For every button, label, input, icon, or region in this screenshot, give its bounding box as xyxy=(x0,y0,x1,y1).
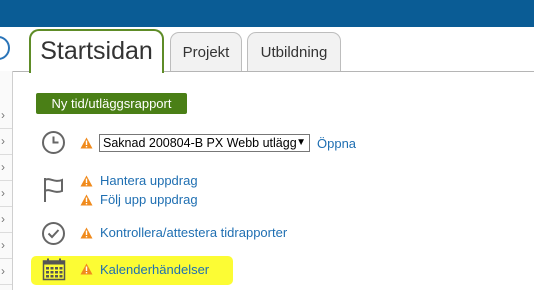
warning-icon xyxy=(80,263,93,275)
warning-icon xyxy=(80,227,93,239)
checkmark-circle-icon xyxy=(42,222,65,245)
chevron-right-icon: › xyxy=(1,134,5,148)
chevron-right-icon: › xyxy=(1,186,5,200)
missing-report-select[interactable]: Saknad 200804-B PX Webb utlägg ▼ xyxy=(99,134,310,152)
side-expand-item[interactable]: › xyxy=(0,233,12,259)
calendar-icon xyxy=(42,258,66,281)
tab-projekt[interactable]: Projekt xyxy=(170,32,242,71)
chevron-right-icon: › xyxy=(1,264,5,278)
approve-time-reports-link[interactable]: Kontrollera/attestera tidrapporter xyxy=(100,225,287,241)
side-expand-item[interactable]: › xyxy=(0,207,12,233)
clock-icon xyxy=(42,131,65,154)
tab-utbildning[interactable]: Utbildning xyxy=(247,32,341,71)
side-expand-item[interactable]: › xyxy=(0,103,12,129)
chevron-right-icon: › xyxy=(1,212,5,226)
side-panel: › › › › › › › xyxy=(0,71,13,290)
calendar-events-link[interactable]: Kalenderhändelser xyxy=(100,262,209,278)
side-expand-item[interactable]: › xyxy=(0,129,12,155)
chevron-right-icon: › xyxy=(1,238,5,252)
tab-label: Startsidan xyxy=(40,37,153,65)
chevron-right-icon: › xyxy=(1,160,5,174)
tab-label: Utbildning xyxy=(260,44,328,61)
open-link[interactable]: Öppna xyxy=(317,136,356,152)
new-time-expense-report-button[interactable]: Ny tid/utläggsrapport xyxy=(36,93,187,114)
warning-icon xyxy=(80,194,93,206)
flag-icon xyxy=(44,178,63,202)
tab-startsidan[interactable]: Startsidan xyxy=(29,29,164,73)
select-value: Saknad 200804-B PX Webb utlägg xyxy=(103,136,297,150)
dropdown-arrow-icon: ▼ xyxy=(296,137,306,148)
chevron-right-icon: › xyxy=(1,108,5,122)
side-expand-item[interactable]: › xyxy=(0,259,12,285)
tab-label: Projekt xyxy=(182,44,230,61)
top-bar xyxy=(0,0,534,27)
warning-icon xyxy=(80,137,93,149)
side-expand-item[interactable]: › xyxy=(0,155,12,181)
follow-up-assignments-link[interactable]: Följ upp uppdrag xyxy=(100,192,198,208)
side-expand-item[interactable]: › xyxy=(0,181,12,207)
warning-icon xyxy=(80,175,93,187)
manage-assignments-link[interactable]: Hantera uppdrag xyxy=(100,173,198,189)
